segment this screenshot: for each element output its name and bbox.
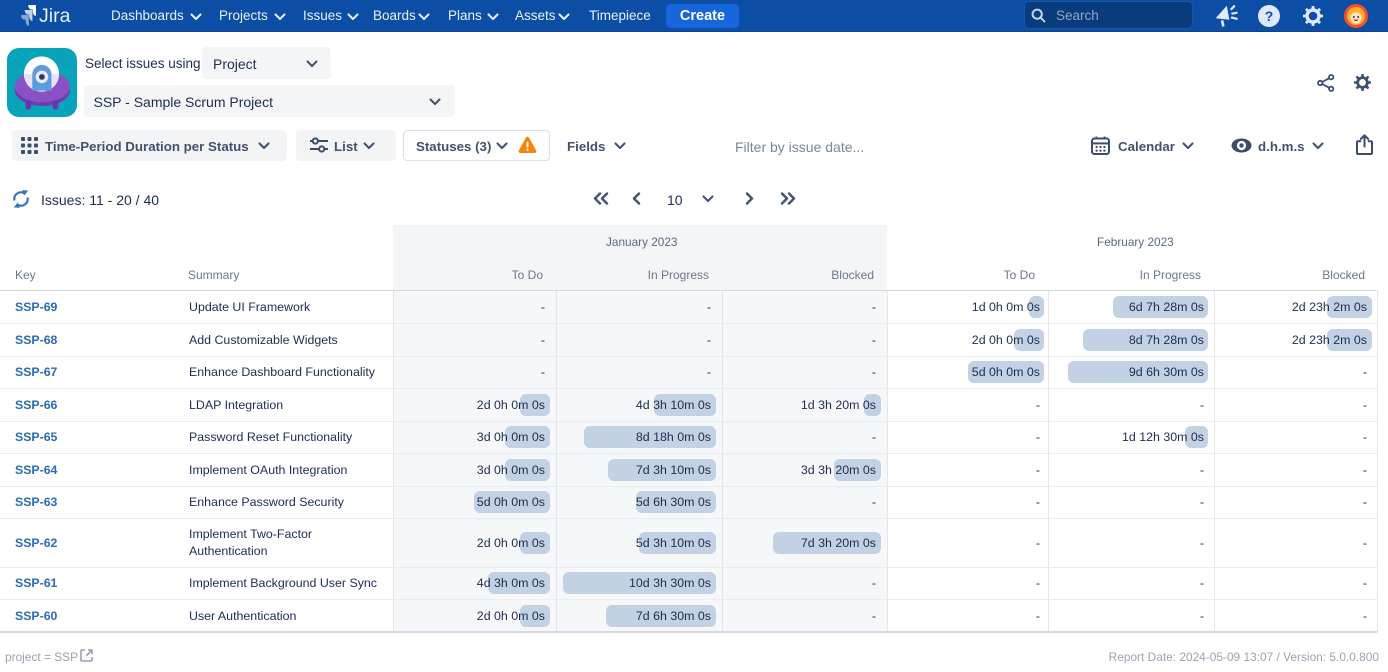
svg-text:?: ?	[1265, 8, 1274, 24]
